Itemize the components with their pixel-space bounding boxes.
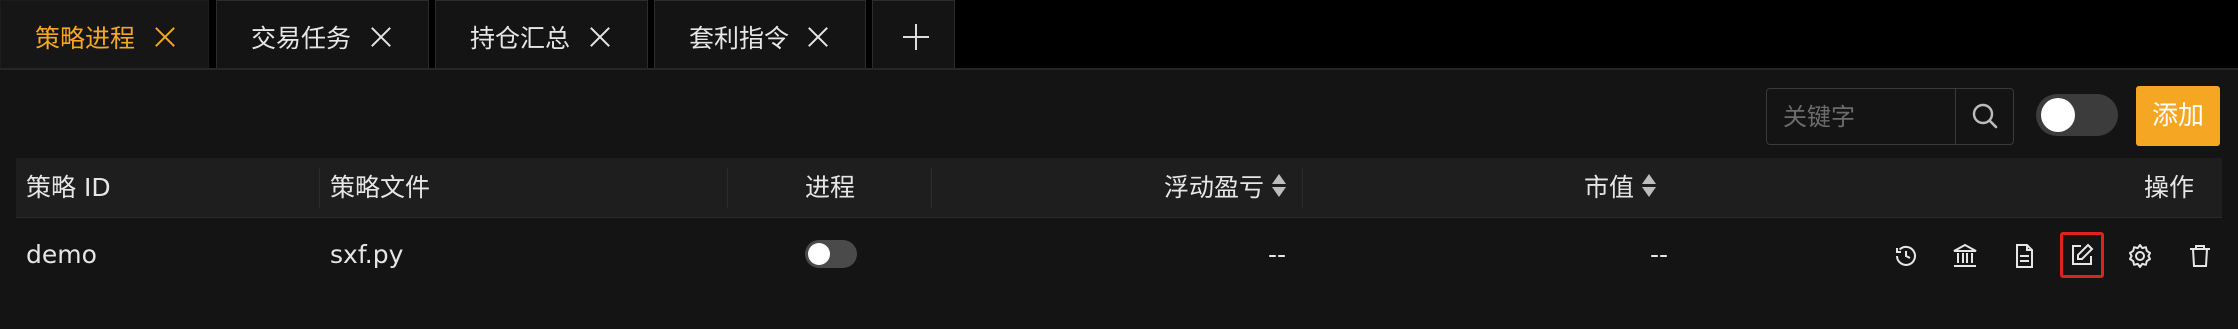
column-divider [931,168,932,208]
tab-bar: 策略进程 交易任务 持仓汇总 套利指令 [0,0,2238,68]
content-panel: 添加 策略 ID 策略文件 进程 浮动盈亏 市值 操作 demo sxf.py … [0,68,2238,329]
cell-strategy-file: sxf.py [330,240,404,269]
toggle-knob [808,243,830,265]
close-icon[interactable] [807,26,829,48]
history-button[interactable] [1888,238,1924,274]
toggle-knob [2041,98,2075,132]
process-toggle[interactable] [805,240,857,268]
tab-label: 交易任务 [251,24,352,53]
file-icon [2016,244,2033,268]
delete-button[interactable] [2182,238,2218,274]
column-header-market-value[interactable]: 市值 [1584,158,1657,218]
column-header-market-value-label: 市值 [1584,173,1635,202]
tab-position-summary[interactable]: 持仓汇总 [435,0,648,68]
column-header-pnl[interactable]: 浮动盈亏 [1164,158,1287,218]
settings-button[interactable] [2122,238,2158,274]
tab-trade-tasks[interactable]: 交易任务 [216,0,429,68]
cell-market-value: -- [1650,240,1669,269]
tab-label: 持仓汇总 [470,24,571,53]
search-button[interactable] [1955,89,2014,144]
column-header-id: 策略 ID [26,173,111,202]
search-box [1766,88,2014,145]
tab-label: 套利指令 [689,24,790,53]
add-button[interactable]: 添加 [2136,86,2220,146]
tab-arbitrage-orders[interactable]: 套利指令 [654,0,866,68]
cell-strategy-id: demo [26,240,97,269]
table-header: 策略 ID 策略文件 进程 浮动盈亏 市值 操作 [16,158,2222,218]
settings-icon [2129,244,2151,268]
sort-icon[interactable] [1642,174,1657,198]
sort-icon[interactable] [1272,174,1287,198]
column-divider [727,168,728,208]
cell-pnl: -- [1268,240,1287,269]
global-toggle[interactable] [2036,94,2118,136]
search-icon [1972,103,1998,129]
plus-icon [903,24,929,50]
add-tab-button[interactable] [872,0,955,68]
search-input[interactable] [1767,89,1955,144]
close-icon[interactable] [154,26,176,48]
history-icon [1896,245,1916,266]
column-header-actions: 操作 [2144,173,2195,202]
edit-button[interactable] [2060,232,2104,278]
column-header-pnl-label: 浮动盈亏 [1164,173,1265,202]
column-header-file: 策略文件 [330,173,431,202]
column-header-process: 进程 [805,173,856,202]
edit-icon [2072,243,2094,265]
tab-label: 策略进程 [35,24,136,53]
bank-icon [1953,243,1977,267]
column-divider [1302,168,1303,208]
bank-button[interactable] [1947,238,1983,274]
close-icon[interactable] [370,26,392,48]
trash-icon [2190,245,2210,267]
column-divider [319,168,320,208]
table-row: demo sxf.py -- -- [16,220,2222,290]
close-icon[interactable] [589,26,611,48]
tab-strategy-process[interactable]: 策略进程 [0,0,209,68]
file-button[interactable] [2006,238,2042,274]
